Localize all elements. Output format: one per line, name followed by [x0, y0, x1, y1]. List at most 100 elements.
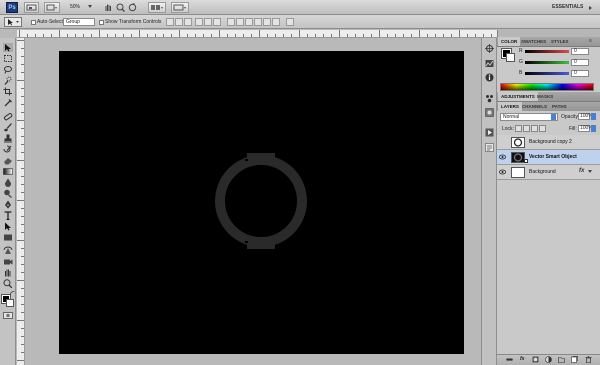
- tab-swatches[interactable]: SWATCHES: [518, 37, 549, 46]
- chevron-down-icon[interactable]: [88, 5, 92, 8]
- zoom-level[interactable]: 50%: [70, 3, 98, 12]
- background-color-swatch[interactable]: [6, 299, 14, 307]
- move-tool-icon[interactable]: [3, 43, 13, 52]
- 3d-camera-tool-icon[interactable]: [3, 257, 13, 266]
- zoom-tool-icon[interactable]: [116, 3, 125, 12]
- fill-slider-toggle[interactable]: [591, 125, 596, 132]
- lock-all-icon[interactable]: [539, 125, 546, 132]
- fill-field[interactable]: 100%: [578, 125, 593, 132]
- arrange-documents-button[interactable]: [148, 2, 166, 13]
- layer-name[interactable]: Background: [529, 169, 556, 176]
- transform-controls-checkbox[interactable]: [99, 20, 104, 25]
- panel-menu-icon[interactable]: ≡: [589, 39, 592, 44]
- channel-g-value[interactable]: 0: [571, 59, 589, 66]
- auto-select-checkbox[interactable]: [31, 20, 36, 25]
- lock-transparency-icon[interactable]: [515, 125, 522, 132]
- type-tool-icon[interactable]: [3, 211, 13, 220]
- marquee-tool-icon[interactable]: [3, 54, 13, 63]
- eye-icon[interactable]: [498, 154, 507, 160]
- tab-channels[interactable]: CHANNELS: [519, 102, 550, 111]
- layer-name[interactable]: Vector Smart Object: [529, 154, 577, 161]
- quick-selection-tool-icon[interactable]: [3, 76, 13, 85]
- lock-position-icon[interactable]: [531, 125, 538, 132]
- layer-row[interactable]: Background copy 2: [497, 135, 600, 150]
- layer-effects-badge[interactable]: fx: [579, 168, 584, 174]
- align-left-icon[interactable]: [195, 18, 203, 26]
- color-panel-background-swatch[interactable]: [506, 53, 515, 62]
- layer-mask-icon[interactable]: [532, 356, 539, 363]
- align-vcenter-icon[interactable]: [175, 18, 183, 26]
- clone-source-icon[interactable]: [485, 108, 494, 117]
- zoom-tool-icon[interactable]: [3, 279, 13, 288]
- path-selection-tool-icon[interactable]: [3, 222, 13, 231]
- layer-row[interactable]: Background fx: [497, 165, 600, 180]
- history-icon[interactable]: [485, 143, 494, 152]
- gradient-tool-icon[interactable]: [3, 167, 13, 176]
- eyedropper-tool-icon[interactable]: [3, 98, 13, 107]
- blur-tool-icon[interactable]: [3, 178, 13, 187]
- blend-mode-dropdown[interactable]: Normal: [500, 113, 558, 121]
- visibility-toggle[interactable]: [499, 139, 506, 145]
- tab-adjustments[interactable]: ADJUSTMENTS: [498, 92, 538, 101]
- trash-icon[interactable]: [585, 356, 592, 364]
- align-bottom-icon[interactable]: [184, 18, 192, 26]
- adjustment-layer-icon[interactable]: [545, 356, 552, 363]
- tab-styles[interactable]: STYLES: [548, 37, 572, 46]
- eraser-tool-icon[interactable]: [3, 156, 13, 165]
- dodge-tool-icon[interactable]: [3, 189, 13, 198]
- screen-mode-button[interactable]: [171, 2, 189, 13]
- hand-tool-icon[interactable]: [104, 3, 113, 12]
- distribute-left-icon[interactable]: [254, 18, 262, 26]
- navigator-icon[interactable]: [485, 44, 494, 53]
- view-extras-button[interactable]: [44, 2, 60, 13]
- spot-healing-tool-icon[interactable]: [3, 112, 13, 121]
- opacity-field[interactable]: 100%: [578, 113, 593, 120]
- auto-select-dropdown[interactable]: Group: [63, 18, 95, 26]
- channel-r-slider[interactable]: [525, 50, 569, 53]
- color-ramp[interactable]: [500, 83, 594, 91]
- chevron-down-icon[interactable]: [588, 170, 592, 173]
- link-layers-icon[interactable]: [506, 356, 513, 363]
- chevron-right-icon[interactable]: [589, 6, 592, 10]
- auto-align-icon[interactable]: [286, 18, 294, 26]
- opacity-slider-toggle[interactable]: [591, 113, 596, 120]
- bridge-button[interactable]: [24, 2, 39, 13]
- tab-masks[interactable]: MASKS: [534, 92, 556, 101]
- document-canvas[interactable]: [59, 51, 464, 354]
- new-group-icon[interactable]: [558, 356, 565, 363]
- info-icon[interactable]: [485, 73, 494, 82]
- 3d-rotate-tool-icon[interactable]: [3, 246, 13, 255]
- tab-color[interactable]: COLOR: [498, 37, 521, 46]
- fx-icon[interactable]: fx: [520, 356, 527, 363]
- align-hcenter-icon[interactable]: [204, 18, 212, 26]
- distribute-bottom-icon[interactable]: [245, 18, 253, 26]
- layer-row-selected[interactable]: Vector Smart Object: [497, 150, 600, 165]
- quick-mask-icon[interactable]: [3, 312, 13, 319]
- lasso-tool-icon[interactable]: [3, 65, 13, 74]
- distribute-top-icon[interactable]: [227, 18, 235, 26]
- align-top-icon[interactable]: [166, 18, 174, 26]
- tab-paths[interactable]: PATHS: [549, 102, 570, 111]
- distribute-right-icon[interactable]: [272, 18, 280, 26]
- swap-colors-icon[interactable]: [10, 291, 15, 295]
- channel-b-value[interactable]: 0: [571, 70, 589, 77]
- actions-icon[interactable]: [485, 128, 494, 137]
- channel-b-slider[interactable]: [525, 72, 569, 75]
- channel-g-slider[interactable]: [525, 61, 569, 64]
- crop-tool-icon[interactable]: [3, 87, 13, 96]
- eye-icon[interactable]: [498, 169, 507, 175]
- tool-preset-picker[interactable]: [4, 17, 22, 27]
- rotate-view-icon[interactable]: [128, 3, 137, 12]
- pen-tool-icon[interactable]: [3, 200, 13, 209]
- shape-tool-icon[interactable]: [3, 233, 13, 242]
- layer-name[interactable]: Background copy 2: [529, 139, 572, 146]
- histogram-icon[interactable]: [485, 59, 494, 68]
- channel-r-value[interactable]: 0: [571, 48, 589, 55]
- lock-pixels-icon[interactable]: [523, 125, 530, 132]
- hand-tool-icon[interactable]: [3, 268, 13, 277]
- distribute-hcenter-icon[interactable]: [263, 18, 271, 26]
- brush-presets-icon[interactable]: [485, 94, 494, 103]
- align-right-icon[interactable]: [213, 18, 221, 26]
- history-brush-tool-icon[interactable]: [3, 145, 13, 154]
- distribute-vcenter-icon[interactable]: [236, 18, 244, 26]
